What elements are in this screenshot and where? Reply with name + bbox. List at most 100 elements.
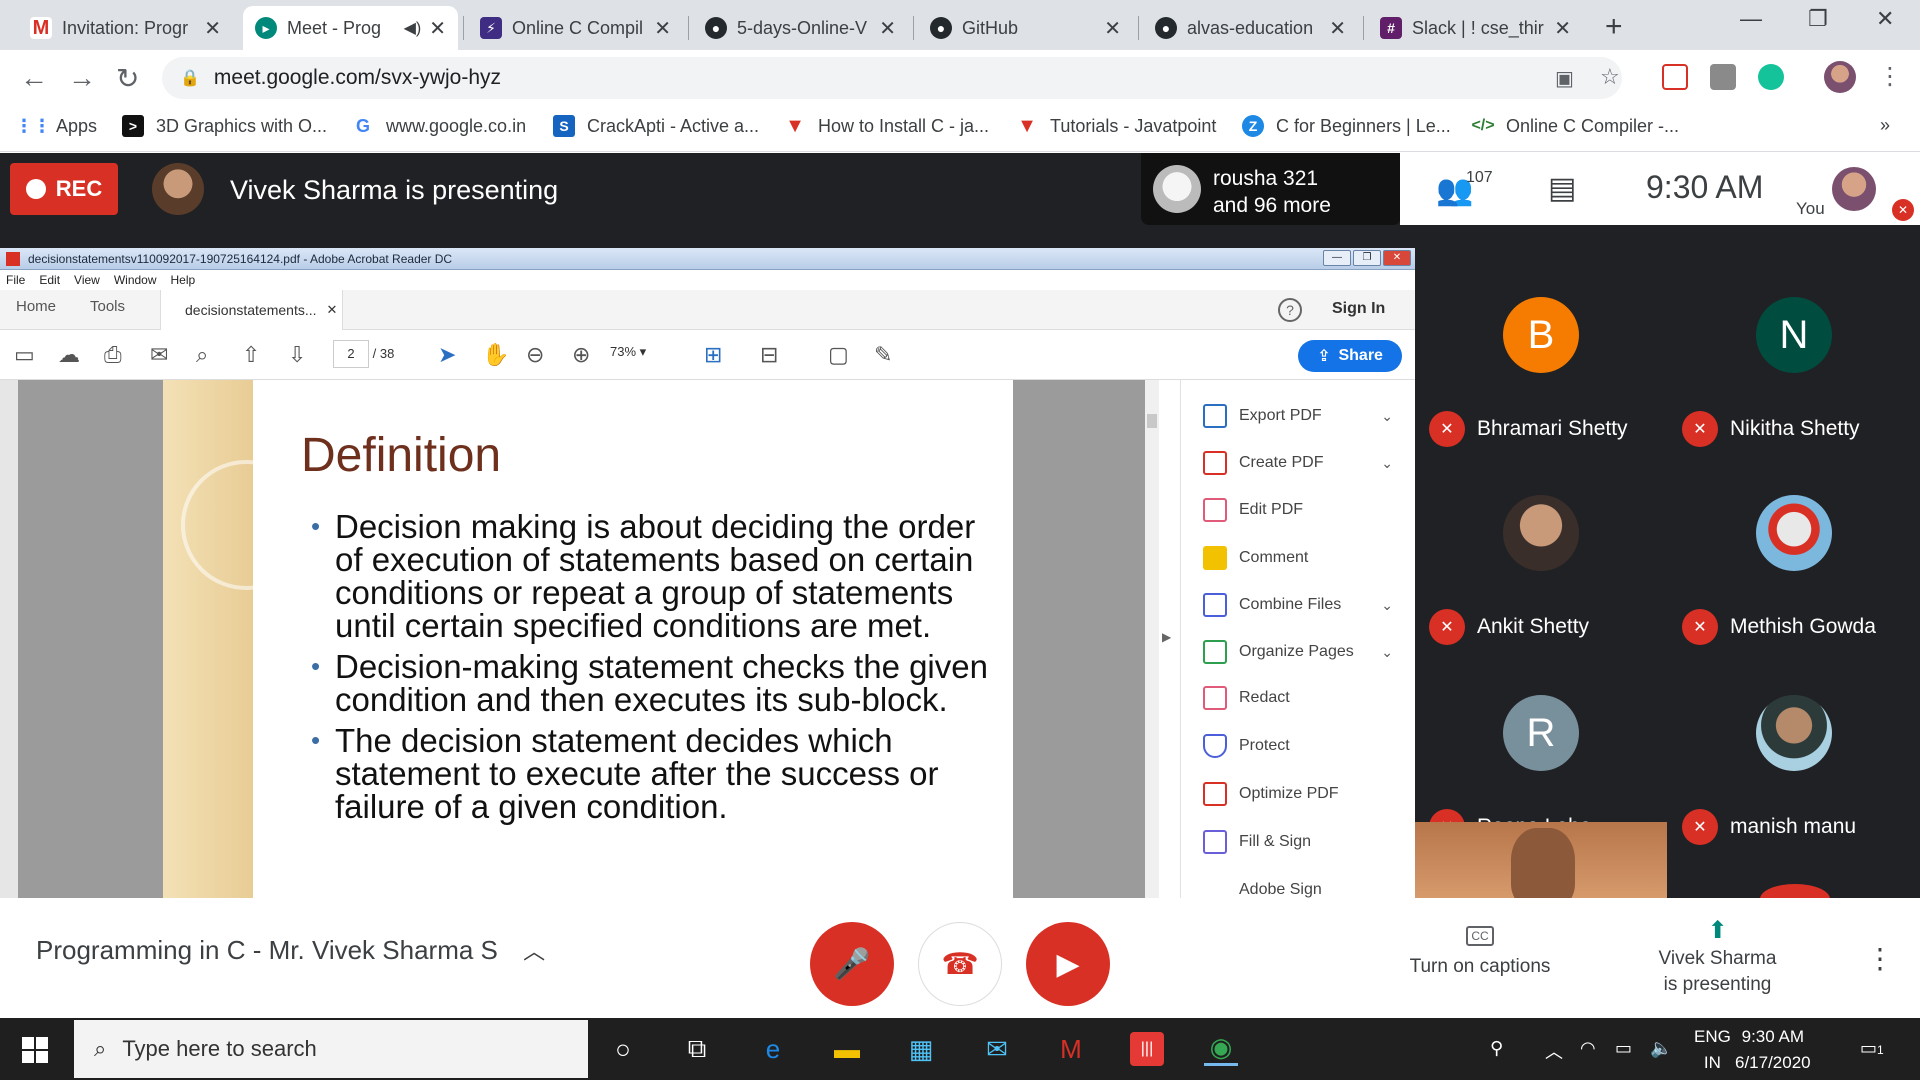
left-panel-toggle[interactable] xyxy=(0,380,18,898)
email-icon[interactable]: ✉ xyxy=(150,342,168,368)
minimize-button[interactable]: — xyxy=(1740,6,1762,32)
document-viewport[interactable]: Definition Decision making is about deci… xyxy=(18,380,1148,898)
bookmark-tutorials-javatpoint[interactable]: ▼ Tutorials - Javatpoint xyxy=(1016,115,1216,137)
task-view-icon[interactable]: ⧉ xyxy=(680,1032,714,1066)
volume-icon[interactable]: 🔈 xyxy=(1650,1038,1672,1059)
search-icon[interactable]: ⌕ xyxy=(196,342,208,368)
tab-home[interactable]: Home xyxy=(16,298,56,315)
page-number-input[interactable]: 2 xyxy=(333,340,369,368)
sign-in-link[interactable]: Sign In xyxy=(1332,300,1385,318)
language-indicator[interactable]: ENG IN xyxy=(1694,1024,1731,1076)
bookmark-c-for-beginners[interactable]: Z C for Beginners | Le... xyxy=(1242,115,1451,137)
share-button[interactable]: ⇪ Share xyxy=(1298,340,1402,372)
collapse-panel-icon[interactable]: ▶ xyxy=(1162,630,1171,644)
windows-start-icon[interactable] xyxy=(22,1037,48,1063)
close-icon[interactable]: ✕ xyxy=(1554,16,1571,41)
zoom-in-icon[interactable]: ⊕ xyxy=(572,342,590,368)
help-icon[interactable]: ? xyxy=(1278,298,1302,322)
tool-optimize-pdf[interactable]: Optimize PDF xyxy=(1203,782,1393,806)
pocket-extension-icon[interactable] xyxy=(1662,64,1688,90)
close-icon[interactable]: ✕ xyxy=(654,16,671,41)
menu-help[interactable]: Help xyxy=(171,273,196,287)
tab-invitation[interactable]: M Invitation: Progr ✕ xyxy=(18,6,233,50)
select-cursor-icon[interactable]: ➤ xyxy=(438,342,456,368)
tool-redact[interactable]: Redact xyxy=(1203,686,1393,710)
tab-meet[interactable]: ▸ Meet - Prog ◀) ✕ xyxy=(243,6,458,50)
recording-badge[interactable]: REC xyxy=(10,163,118,215)
zoom-out-icon[interactable]: ⊖ xyxy=(526,342,544,368)
edge-icon[interactable]: e xyxy=(756,1032,790,1066)
tool-create-pdf[interactable]: Create PDF ⌄ xyxy=(1203,451,1393,475)
bookmark-online-c-compiler[interactable]: </> Online C Compiler -... xyxy=(1471,115,1679,137)
tool-fill-sign[interactable]: Fill & Sign xyxy=(1203,830,1393,854)
battery-icon[interactable]: ▭ xyxy=(1615,1038,1632,1059)
bookmarks-overflow[interactable]: » xyxy=(1880,115,1890,136)
bookmark-install-c[interactable]: ▼ How to Install C - ja... xyxy=(784,115,989,137)
acrobat-restore-button[interactable]: ❐ xyxy=(1353,250,1381,266)
chevron-up-icon[interactable]: ︿ xyxy=(1545,1038,1563,1064)
document-scrollbar[interactable] xyxy=(1145,380,1159,898)
presenter-video-tile[interactable] xyxy=(1415,822,1667,898)
participant-tile[interactable]: N ✕ Nikitha Shetty xyxy=(1668,283,1920,479)
chat-icon[interactable]: ▤ xyxy=(1548,171,1576,206)
tab-alvas-education[interactable]: ● alvas-education ✕ xyxy=(1143,6,1358,50)
grammarly-extension-icon[interactable] xyxy=(1758,64,1784,90)
camera-toggle-button[interactable]: ▶ xyxy=(1026,922,1110,1006)
bookmark-crackapti[interactable]: S CrackApti - Active a... xyxy=(553,115,759,137)
screenshot-extension-icon[interactable] xyxy=(1710,64,1736,90)
zoom-select[interactable]: 73% ▾ xyxy=(610,344,646,360)
upload-icon[interactable]: ☁ xyxy=(58,342,80,368)
address-bar[interactable]: 🔒 meet.google.com/svx-ywjo-hyz xyxy=(162,57,1622,99)
presenting-button[interactable]: ⬆ Vivek Sharma is presenting xyxy=(1640,916,1795,998)
hand-tool-icon[interactable]: ✋ xyxy=(482,342,509,368)
menu-view[interactable]: View xyxy=(74,273,100,287)
camera-blocked-icon[interactable]: ▣ xyxy=(1555,66,1574,91)
cortana-icon[interactable]: ○ xyxy=(606,1032,640,1066)
new-tab-button[interactable]: + xyxy=(1605,10,1623,44)
mail-icon[interactable]: ✉ xyxy=(980,1032,1014,1066)
participant-tile[interactable]: ✕ Methish Gowda xyxy=(1668,481,1920,677)
audio-icon[interactable]: ◀) xyxy=(404,18,422,38)
menu-window[interactable]: Window xyxy=(114,273,157,287)
tool-edit-pdf[interactable]: Edit PDF xyxy=(1203,498,1393,522)
page-down-icon[interactable]: ⇩ xyxy=(288,342,306,368)
close-icon[interactable]: ✕ xyxy=(327,302,338,318)
wifi-icon[interactable]: ◠ xyxy=(1580,1038,1596,1059)
save-icon[interactable]: ▭ xyxy=(14,342,35,368)
tab-online-c-compiler[interactable]: ⚡ Online C Compil ✕ xyxy=(468,6,683,50)
bookmark-star-icon[interactable]: ☆ xyxy=(1600,64,1620,90)
mcafee-icon[interactable]: M xyxy=(1054,1032,1088,1066)
menu-edit[interactable]: Edit xyxy=(39,273,60,287)
notification-icon[interactable]: ▭1 xyxy=(1860,1038,1884,1059)
captions-button[interactable]: CC Turn on captions xyxy=(1395,924,1565,978)
tool-combine-files[interactable]: Combine Files ⌄ xyxy=(1203,593,1393,617)
participant-tile[interactable]: ✕ manish manu xyxy=(1668,681,1920,877)
bookmark-apps[interactable]: ⋮⋮ Apps xyxy=(15,115,97,137)
taskbar-clock[interactable]: 9:30 AM 6/17/2020 xyxy=(1735,1024,1811,1076)
close-icon[interactable]: ✕ xyxy=(1329,16,1346,41)
scroll-mode-icon[interactable]: ⊟ xyxy=(760,342,778,368)
tab-document[interactable]: decisionstatements... ✕ xyxy=(160,290,343,330)
forward-button[interactable]: → xyxy=(68,62,96,94)
self-avatar[interactable] xyxy=(1832,167,1876,211)
mic-toggle-button[interactable]: 🎤 xyxy=(810,922,894,1006)
acrobat-minimize-button[interactable]: — xyxy=(1323,250,1351,266)
participant-tile[interactable]: ✕ Ankit Shetty xyxy=(1415,481,1667,677)
close-icon[interactable]: ✕ xyxy=(204,16,221,41)
print-icon[interactable]: ⎙ xyxy=(104,342,122,368)
acrobat-close-button[interactable]: ✕ xyxy=(1383,250,1411,266)
close-icon[interactable]: ✕ xyxy=(429,16,446,41)
taskbar-search-box[interactable]: ⌕ Type here to search xyxy=(74,1020,588,1078)
tab-github[interactable]: ● GitHub ✕ xyxy=(918,6,1133,50)
profile-avatar[interactable] xyxy=(1824,61,1856,93)
people-tray-icon[interactable]: ⚲ xyxy=(1490,1038,1503,1059)
close-window-button[interactable]: ✕ xyxy=(1876,6,1894,32)
bookmark-3d-graphics[interactable]: > 3D Graphics with O... xyxy=(122,115,327,137)
back-button[interactable]: ← xyxy=(20,62,48,94)
menu-file[interactable]: File xyxy=(6,273,25,287)
tool-comment[interactable]: Comment xyxy=(1203,546,1393,570)
leave-call-button[interactable]: ☎ xyxy=(918,922,1002,1006)
close-icon[interactable]: ✕ xyxy=(879,16,896,41)
page-up-icon[interactable]: ⇧ xyxy=(242,342,260,368)
tab-tools[interactable]: Tools xyxy=(90,298,125,315)
